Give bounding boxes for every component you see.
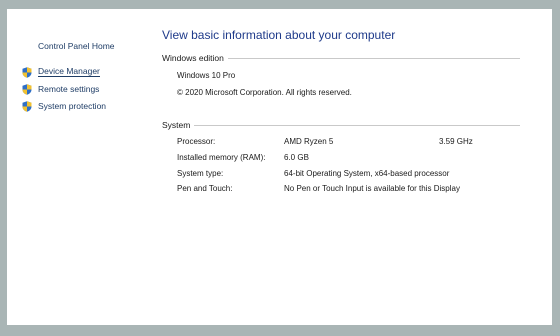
windows-edition-value: Windows 10 Pro <box>177 71 236 80</box>
copyright-text: © 2020 Microsoft Corporation. All rights… <box>177 88 352 97</box>
system-row-pen-touch: Pen and Touch: No Pen or Touch Input is … <box>177 184 507 194</box>
system-row-processor: Processor: AMD Ryzen 5 3.59 GHz <box>177 137 507 147</box>
page-title: View basic information about your comput… <box>162 28 396 42</box>
nav-item-label: System protection <box>38 101 107 111</box>
nav-item-label: Device Manager <box>38 66 100 77</box>
shield-icon <box>22 66 32 78</box>
row-label: Processor: <box>177 137 216 146</box>
row-label: Pen and Touch: <box>177 184 233 193</box>
system-row-memory: Installed memory (RAM): 6.0 GB <box>177 153 507 163</box>
system-window: Control Panel Home Device Manager Remote… <box>7 9 552 325</box>
section-divider <box>194 124 520 126</box>
row-label: System type: <box>177 169 224 178</box>
section-divider <box>227 57 520 59</box>
shield-icon <box>22 83 32 95</box>
system-row-system-type: System type: 64-bit Operating System, x6… <box>177 169 507 179</box>
section-heading: System <box>162 120 191 130</box>
row-label: Installed memory (RAM): <box>177 153 266 162</box>
row-value: 6.0 GB <box>284 153 309 162</box>
nav-item-label: Remote settings <box>38 84 100 94</box>
shield-icon <box>22 100 32 112</box>
row-value: No Pen or Touch Input is available for t… <box>284 184 460 193</box>
row-extra-value: 3.59 GHz <box>439 137 473 146</box>
section-windows-edition: Windows edition <box>162 53 520 63</box>
section-system: System <box>162 120 520 130</box>
control-panel-home-link[interactable]: Control Panel Home <box>38 41 115 51</box>
nav-item-device-manager[interactable]: Device Manager <box>22 66 100 78</box>
row-value: 64-bit Operating System, x64-based proce… <box>284 169 450 178</box>
nav-item-remote-settings[interactable]: Remote settings <box>22 83 99 95</box>
section-heading: Windows edition <box>162 53 224 63</box>
nav-item-system-protection[interactable]: System protection <box>22 100 106 112</box>
row-value: AMD Ryzen 5 <box>284 137 334 146</box>
